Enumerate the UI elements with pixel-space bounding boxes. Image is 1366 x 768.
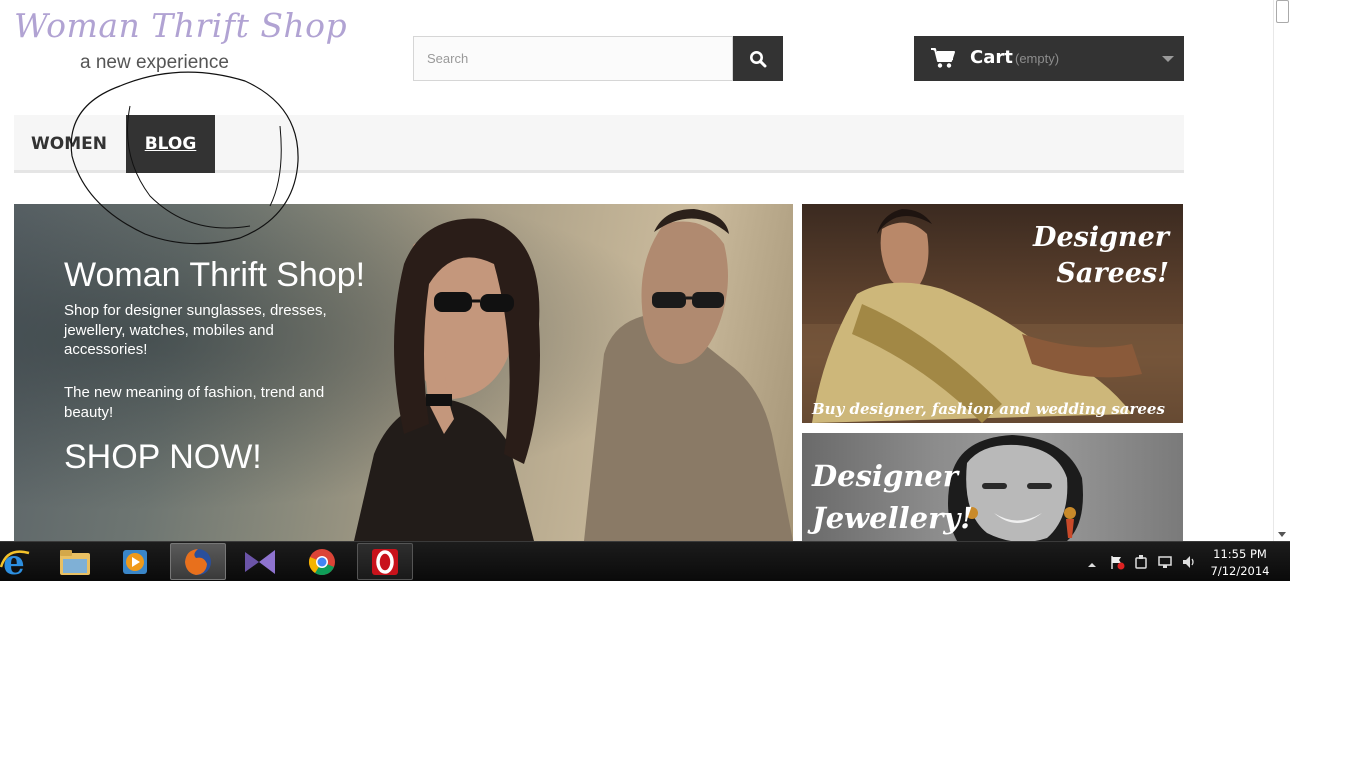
scrollbar-thumb[interactable] (1276, 0, 1289, 23)
sarees-title: Designer Sarees! (1033, 220, 1169, 292)
site-logo[interactable]: Woman Thrift Shop a new experience (14, 6, 347, 76)
taskbar-file-explorer[interactable] (47, 543, 103, 580)
network-icon[interactable] (1157, 554, 1173, 570)
designer-sarees-banner[interactable]: Designer Sarees! Buy designer, fashion a… (802, 204, 1183, 423)
sarees-subtitle: Buy designer, fashion and wedding sarees (812, 400, 1165, 418)
main-menu: WOMEN BLOG (14, 115, 1184, 173)
system-clock[interactable]: 11:55 PM 7/12/2014 (1205, 546, 1275, 580)
cart-label: Cart (970, 47, 1013, 68)
sarees-title-line2: Sarees! (1056, 258, 1169, 289)
internet-explorer-icon: e (0, 545, 30, 579)
designer-jewellery-banner[interactable]: Designer Jewellery! (802, 433, 1183, 541)
jewellery-title-line1: Designer (812, 459, 959, 493)
hero-title: Woman Thrift Shop! (64, 256, 366, 294)
taskbar-visual-studio[interactable] (232, 543, 288, 580)
logo-tagline: a new experience (80, 52, 229, 73)
logo-title: Woman Thrift Shop (14, 6, 348, 45)
jewellery-title: Designer Jewellery! (812, 455, 973, 539)
hero-description: Shop for designer sunglasses, dresses, j… (64, 302, 327, 358)
menu-item-blog[interactable]: BLOG (126, 115, 215, 173)
menu-item-women[interactable]: WOMEN (14, 115, 124, 173)
search-icon (750, 50, 767, 67)
show-hidden-icons-button[interactable] (1086, 557, 1098, 567)
shopping-cart-icon (931, 48, 955, 68)
search-bar (413, 36, 783, 81)
volume-icon[interactable] (1181, 554, 1197, 570)
hero-slide[interactable]: Woman Thrift Shop! Shop for designer sun… (14, 204, 793, 541)
action-center-flag-icon[interactable] (1109, 554, 1125, 570)
clock-date: 7/12/2014 (1210, 564, 1270, 578)
shop-now-link[interactable]: SHOP NOW! (64, 438, 262, 477)
cart-button[interactable]: Cart (empty) (914, 36, 1184, 81)
cart-status: (empty) (1015, 51, 1060, 66)
hero-models-image (354, 209, 793, 541)
taskbar-media-player[interactable] (107, 543, 163, 580)
svg-text:e: e (3, 545, 25, 579)
taskbar-chrome[interactable] (294, 543, 350, 580)
power-plug-icon[interactable] (1133, 554, 1149, 570)
vertical-scrollbar[interactable] (1273, 0, 1290, 541)
taskbar-opera[interactable] (357, 543, 413, 580)
hero-tagline: The new meaning of fashion, trend and be… (64, 384, 325, 421)
browser-page: Woman Thrift Shop a new experience Cart (0, 0, 1273, 541)
media-player-icon (123, 549, 147, 574)
firefox-icon (185, 548, 211, 575)
opera-icon (372, 548, 398, 575)
chevron-down-icon (1162, 56, 1174, 62)
folder-icon (60, 549, 90, 575)
visual-studio-icon (245, 549, 275, 574)
jewellery-title-line2: Jewellery! (812, 501, 973, 535)
taskbar-firefox[interactable] (170, 543, 226, 580)
scroll-down-arrow-icon[interactable] (1278, 532, 1286, 537)
sarees-title-line1: Designer (1033, 222, 1169, 253)
chrome-icon (308, 548, 335, 575)
screen: Woman Thrift Shop a new experience Cart (0, 0, 1290, 581)
taskbar-internet-explorer[interactable]: e (0, 543, 42, 580)
clock-time: 11:55 PM (1213, 547, 1267, 561)
search-button[interactable] (733, 36, 783, 81)
chevron-up-icon (1088, 563, 1096, 567)
search-input[interactable] (413, 36, 733, 81)
windows-taskbar: e 11:55 PM 7/12/2014 (0, 541, 1290, 581)
